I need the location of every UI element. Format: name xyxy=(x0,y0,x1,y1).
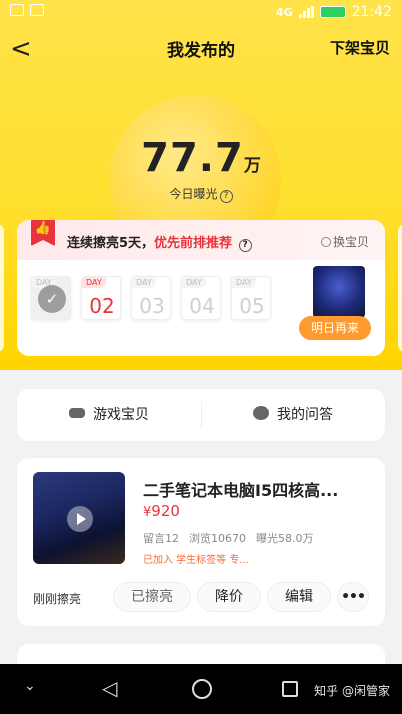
switch-item-button[interactable]: 换宝贝 xyxy=(320,233,369,250)
day-2: DAY 02 xyxy=(81,276,121,320)
chat-bubble-icon xyxy=(253,406,269,420)
exposure-number: 77.7 xyxy=(141,135,244,181)
day-tracker: DAY ✓ DAY 02 DAY 03 DAY 04 DAY 05 xyxy=(31,276,271,320)
more-button[interactable]: ••• xyxy=(337,582,369,612)
recents-square-icon[interactable] xyxy=(282,681,298,697)
day-tag: DAY xyxy=(232,277,256,288)
home-circle-icon[interactable] xyxy=(192,679,212,699)
listing-image[interactable] xyxy=(33,472,125,564)
image-icon xyxy=(30,4,44,16)
come-back-tomorrow-button[interactable]: 明日再来 xyxy=(299,316,371,340)
clock: 21:42 xyxy=(351,4,392,20)
delist-button[interactable]: 下架宝贝 xyxy=(330,37,390,58)
prev-card-edge xyxy=(0,224,4,352)
listing-card[interactable]: 二手笔记本电脑I5四核高... ¥920 留言12 浏览10670 曝光58.0… xyxy=(17,458,385,626)
day-number: 03 xyxy=(139,294,165,318)
exposure-count: 曝光58.0万 xyxy=(256,532,314,545)
day-tag: DAY xyxy=(132,277,156,288)
exposure-unit: 万 xyxy=(243,156,261,176)
refresh-icon xyxy=(320,237,331,247)
day-tag: DAY xyxy=(82,277,106,288)
tab-label: 游戏宝贝 xyxy=(93,407,149,423)
listing-title[interactable]: 二手笔记本电脑I5四核高... xyxy=(143,477,338,501)
day-5: DAY 05 xyxy=(231,276,271,320)
check-icon: ✓ xyxy=(38,285,66,313)
category-tabs: 游戏宝贝 我的问答 xyxy=(17,389,385,441)
listing-stats: 留言12 浏览10670 曝光58.0万 xyxy=(143,530,314,546)
chevron-down-icon[interactable]: ⌄ xyxy=(24,678,36,694)
back-triangle-icon[interactable]: ◁ xyxy=(102,676,117,700)
exposure-label-text: 今日曝光 xyxy=(169,187,218,201)
help-icon[interactable]: ? xyxy=(238,239,252,252)
day-tag: DAY xyxy=(182,277,206,288)
exposure-label: 今日曝光? xyxy=(0,185,402,203)
battery-icon xyxy=(319,6,346,18)
day-number: 04 xyxy=(189,294,215,318)
comment-count: 留言12 xyxy=(143,532,179,545)
signal-icon xyxy=(298,6,314,18)
switch-item-label: 换宝贝 xyxy=(332,235,369,249)
listing-actions: 刚刚擦亮 已擦亮 降价 编辑 ••• xyxy=(17,580,385,616)
gamepad-icon xyxy=(69,408,85,418)
streak-title: 连续擦亮5天，优先前排推荐 ? xyxy=(67,232,252,252)
tab-game-items[interactable]: 游戏宝贝 xyxy=(17,389,201,441)
day-number: 05 xyxy=(239,294,265,318)
price-value: 920 xyxy=(151,502,180,520)
edit-button[interactable]: 编辑 xyxy=(267,582,331,612)
tab-label: 我的问答 xyxy=(277,407,333,423)
day-1: DAY ✓ xyxy=(31,276,71,320)
help-icon[interactable]: ? xyxy=(219,190,233,203)
exposure-value: 77.7万 xyxy=(0,135,402,181)
network-label: 4G xyxy=(275,5,293,19)
view-count: 浏览10670 xyxy=(189,532,246,545)
polished-button[interactable]: 已擦亮 xyxy=(113,582,191,612)
streak-title-text: 连续擦亮5天， xyxy=(67,236,155,251)
system-navigation-bar: ⌄ ◁ 知乎 @闲管家 xyxy=(0,664,402,714)
day-4: DAY 04 xyxy=(181,276,221,320)
day-number: 02 xyxy=(89,294,115,318)
status-bar: 4G 21:42 xyxy=(0,0,402,26)
polish-streak-card: 👍 连续擦亮5天，优先前排推荐 ? 换宝贝 DAY ✓ DAY 02 DAY 0… xyxy=(17,220,385,356)
watermark: 知乎 @闲管家 xyxy=(314,684,390,698)
product-thumbnail[interactable] xyxy=(313,266,365,318)
next-card-edge xyxy=(398,224,402,352)
listing-tag: 已加入 学生标签等 专... xyxy=(143,555,249,566)
tab-my-qa[interactable]: 我的问答 xyxy=(201,389,385,441)
reduce-price-button[interactable]: 降价 xyxy=(197,582,261,612)
notification-icon xyxy=(10,4,24,16)
navigation-bar: < 我发布的 下架宝贝 xyxy=(0,26,402,70)
streak-title-highlight: 优先前排推荐 xyxy=(154,236,233,251)
polish-status: 刚刚擦亮 xyxy=(33,592,82,606)
play-icon[interactable] xyxy=(67,506,93,532)
listing-price: ¥920 xyxy=(143,502,180,520)
day-3: DAY 03 xyxy=(131,276,171,320)
